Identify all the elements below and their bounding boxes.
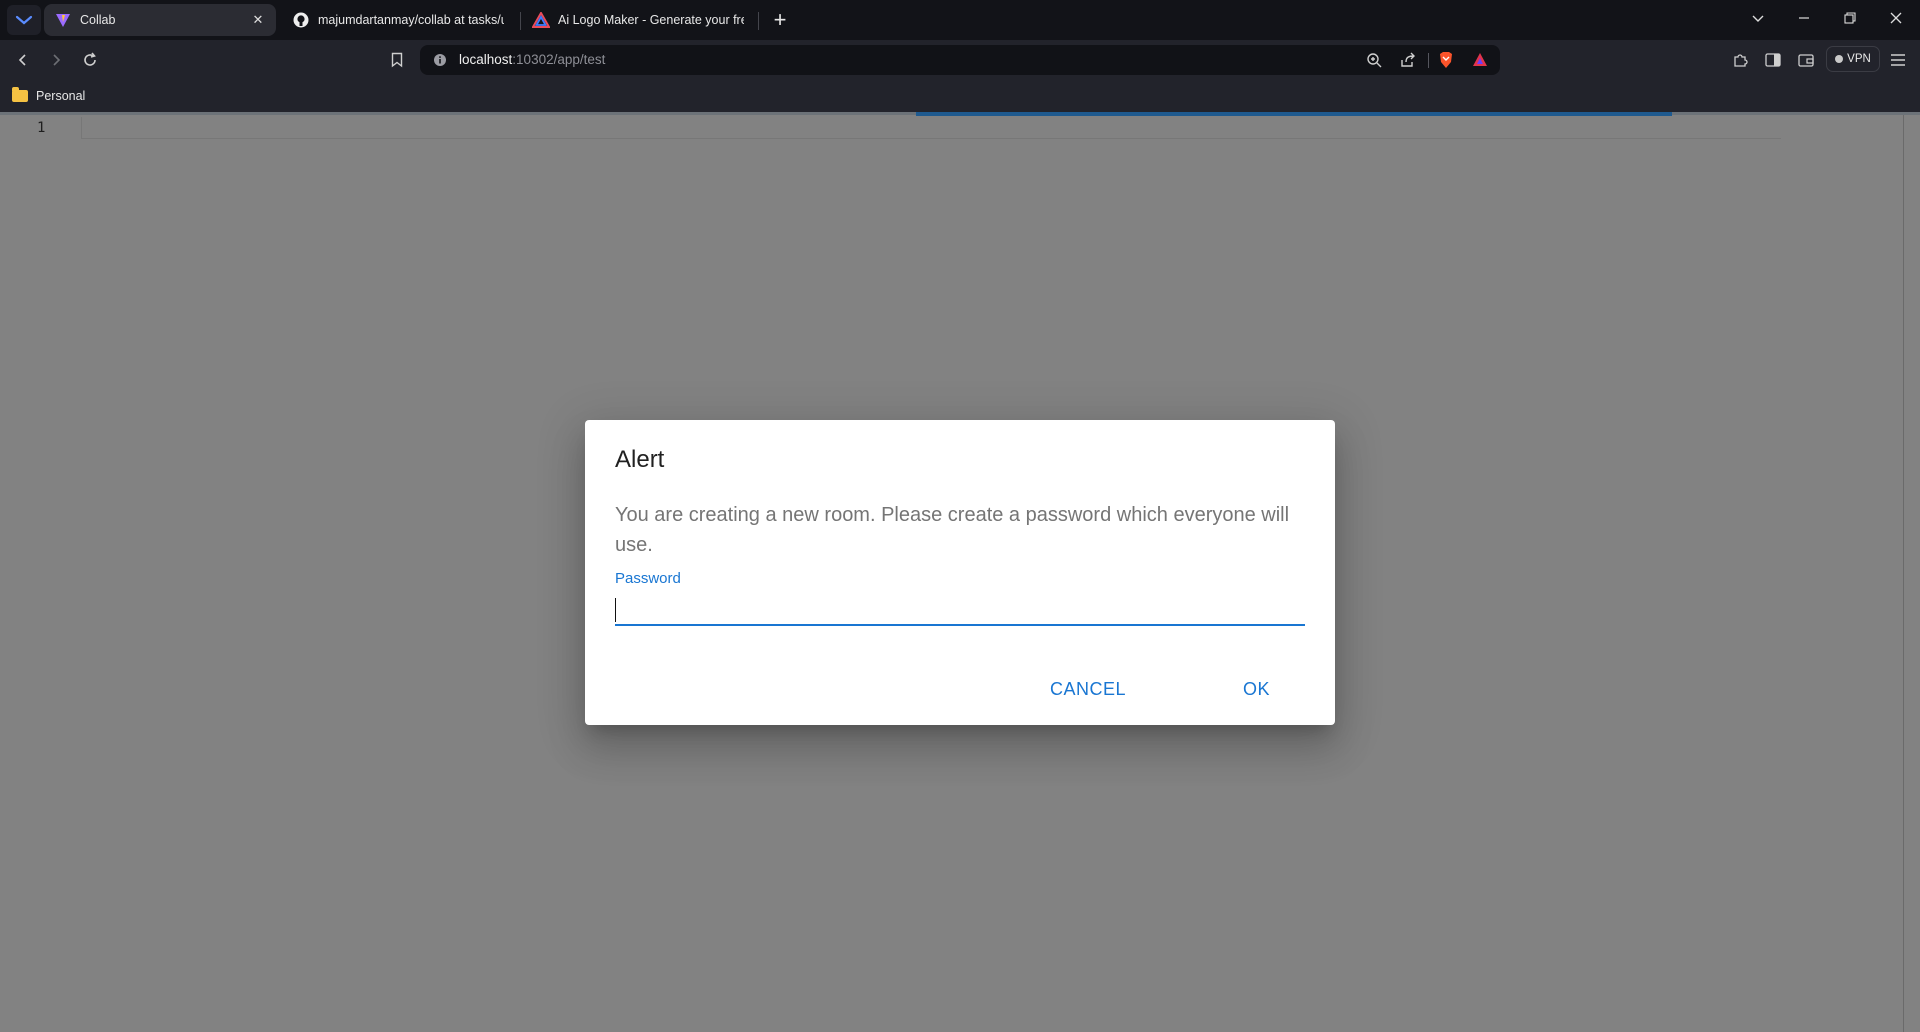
- bookmark-icon: [391, 52, 403, 68]
- puzzle-icon: [1734, 54, 1748, 67]
- bookmark-label: Personal: [36, 89, 86, 103]
- vite-logo-icon: [54, 11, 72, 29]
- reload-icon: [84, 52, 96, 66]
- vpn-label: VPN: [1847, 53, 1871, 65]
- close-window-button[interactable]: [1876, 4, 1916, 32]
- forward-button[interactable]: [43, 48, 69, 72]
- arrow-right-icon: [53, 54, 61, 66]
- share-icon[interactable]: [1398, 50, 1418, 70]
- dialog-title: Alert: [615, 446, 665, 473]
- arrow-left-icon: [18, 54, 26, 66]
- sidebar-icon: [1765, 53, 1781, 67]
- github-icon: [292, 11, 310, 29]
- url-host: localhost: [459, 52, 513, 67]
- bookmark-button[interactable]: [384, 48, 410, 72]
- url-text[interactable]: localhost:10302/app/test: [459, 52, 605, 67]
- tab-separator: [520, 12, 521, 30]
- wallet-icon: [1798, 54, 1814, 67]
- editor-scrollbar[interactable]: [1903, 115, 1904, 1032]
- reload-button[interactable]: [77, 48, 103, 72]
- browser-toolbar: localhost:10302/app/test VPN: [0, 40, 1920, 80]
- triangle-logo-icon: [532, 11, 550, 29]
- chevron-down-icon: [1752, 15, 1764, 22]
- browser-tab-strip: Collab ✕ majumdartanmay/collab at tasks/…: [0, 0, 1920, 40]
- zoom-icon[interactable]: [1364, 50, 1384, 70]
- tab-collab[interactable]: Collab ✕: [44, 4, 276, 36]
- alert-dialog: Alert You are creating a new room. Pleas…: [585, 420, 1335, 725]
- ok-button[interactable]: OK: [1235, 675, 1278, 704]
- tab-title: Ai Logo Maker - Generate your free: [558, 13, 744, 27]
- bookmark-folder-personal[interactable]: Personal: [12, 86, 85, 106]
- sidebar-button[interactable]: [1760, 48, 1786, 72]
- back-button[interactable]: [10, 48, 36, 72]
- url-path: :10302/app/test: [512, 52, 606, 67]
- hamburger-menu-icon: [1891, 54, 1905, 66]
- close-icon: [1890, 12, 1902, 24]
- tab-ai-logo-maker[interactable]: Ai Logo Maker - Generate your free: [522, 4, 754, 36]
- cancel-button[interactable]: CANCEL: [1042, 675, 1134, 704]
- minimize-button[interactable]: [1784, 4, 1824, 32]
- restore-button[interactable]: [1830, 4, 1870, 32]
- editor-current-line[interactable]: [81, 117, 1781, 139]
- text-caret: [615, 598, 616, 622]
- brave-rewards-icon[interactable]: [1470, 50, 1490, 70]
- password-input[interactable]: [615, 592, 1305, 626]
- folder-icon: [12, 87, 28, 102]
- vpn-button[interactable]: VPN: [1826, 46, 1880, 72]
- tab-separator: [758, 12, 759, 30]
- minimize-icon: [1799, 17, 1809, 19]
- tab-list-button[interactable]: [1738, 4, 1778, 32]
- address-bar[interactable]: localhost:10302/app/test: [420, 45, 1500, 75]
- plus-icon: +: [773, 7, 787, 32]
- editor-line-number: 1: [37, 120, 46, 136]
- dialog-message: You are creating a new room. Please crea…: [615, 504, 1290, 556]
- main-menu-button[interactable]: [1885, 48, 1911, 72]
- bookmarks-bar: Personal: [0, 80, 1920, 112]
- brave-shields-icon[interactable]: [1436, 50, 1456, 70]
- password-label: Password: [615, 570, 681, 587]
- tab-search-button[interactable]: [7, 5, 41, 35]
- new-tab-button[interactable]: +: [768, 8, 792, 32]
- omnibox-divider: [1428, 53, 1429, 68]
- close-tab-icon[interactable]: ✕: [250, 12, 266, 28]
- wallet-button[interactable]: [1793, 48, 1819, 72]
- extensions-button[interactable]: [1727, 48, 1753, 72]
- tab-title: majumdartanmay/collab at tasks/up: [318, 13, 504, 27]
- restore-icon: [1844, 12, 1856, 24]
- tab-github[interactable]: majumdartanmay/collab at tasks/up: [282, 4, 514, 36]
- brave-menu-icon: [15, 15, 33, 25]
- vpn-status-icon: [1835, 55, 1844, 63]
- site-info-icon[interactable]: [430, 50, 450, 70]
- tab-title: Collab: [80, 13, 116, 27]
- loading-progress-bar: [916, 112, 1672, 116]
